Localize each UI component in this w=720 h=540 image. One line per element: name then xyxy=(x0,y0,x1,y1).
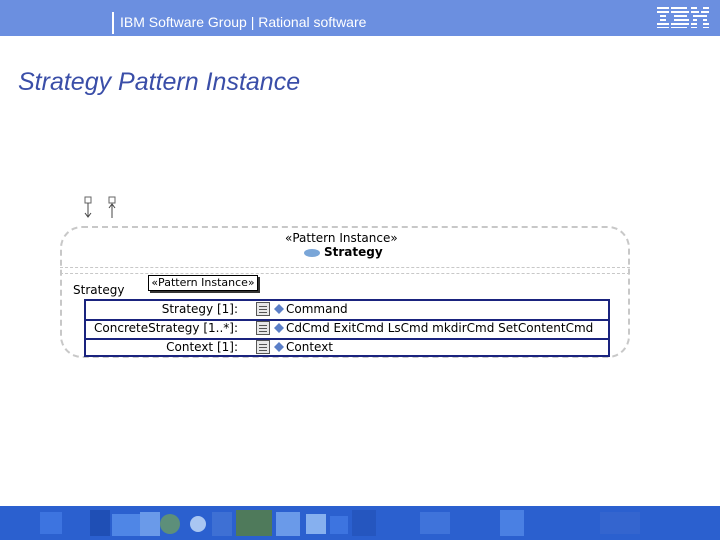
provided-port-icon xyxy=(108,196,116,218)
parameter-row[interactable]: Context [1]: Context xyxy=(86,339,608,357)
interface-icon xyxy=(256,302,270,316)
binding-icon xyxy=(274,304,284,314)
compartment-divider xyxy=(60,273,630,274)
pattern-class-name: Strategy xyxy=(324,245,383,259)
compartment-divider xyxy=(60,267,630,268)
header-divider xyxy=(112,12,114,34)
part-name: Strategy xyxy=(73,283,125,297)
parameter-label: Strategy [1]: xyxy=(161,302,238,316)
parameter-table: Strategy [1]: Command ConcreteStrategy [… xyxy=(84,299,610,357)
class-icon xyxy=(256,321,270,335)
parameter-value: Context xyxy=(286,340,334,354)
port-icons xyxy=(84,196,124,220)
pattern-stereotype: «Pattern Instance» xyxy=(285,231,398,245)
footer-decoration-icon xyxy=(0,506,720,540)
parameter-label: ConcreteStrategy [1..*]: xyxy=(94,321,238,335)
parameter-value: CdCmd ExitCmd LsCmd mkdirCmd SetContentC… xyxy=(286,321,594,335)
header-title: IBM Software Group | Rational software xyxy=(120,14,367,30)
ibm-logo-icon xyxy=(657,6,709,28)
parameter-value: Command xyxy=(286,302,348,316)
collaboration-icon xyxy=(304,249,320,257)
parameter-label: Context [1]: xyxy=(166,340,238,354)
part-stereotype-box[interactable]: «Pattern Instance» xyxy=(148,275,258,291)
header-bar: IBM Software Group | Rational software xyxy=(0,0,720,36)
class-icon xyxy=(256,340,270,354)
parameter-row[interactable]: ConcreteStrategy [1..*]: CdCmd ExitCmd L… xyxy=(86,320,608,340)
page-title: Strategy Pattern Instance xyxy=(18,68,301,96)
required-port-icon xyxy=(84,196,92,218)
footer-banner xyxy=(0,506,720,540)
binding-icon xyxy=(274,342,284,352)
binding-icon xyxy=(274,323,284,333)
parameter-row[interactable]: Strategy [1]: Command xyxy=(86,301,608,321)
